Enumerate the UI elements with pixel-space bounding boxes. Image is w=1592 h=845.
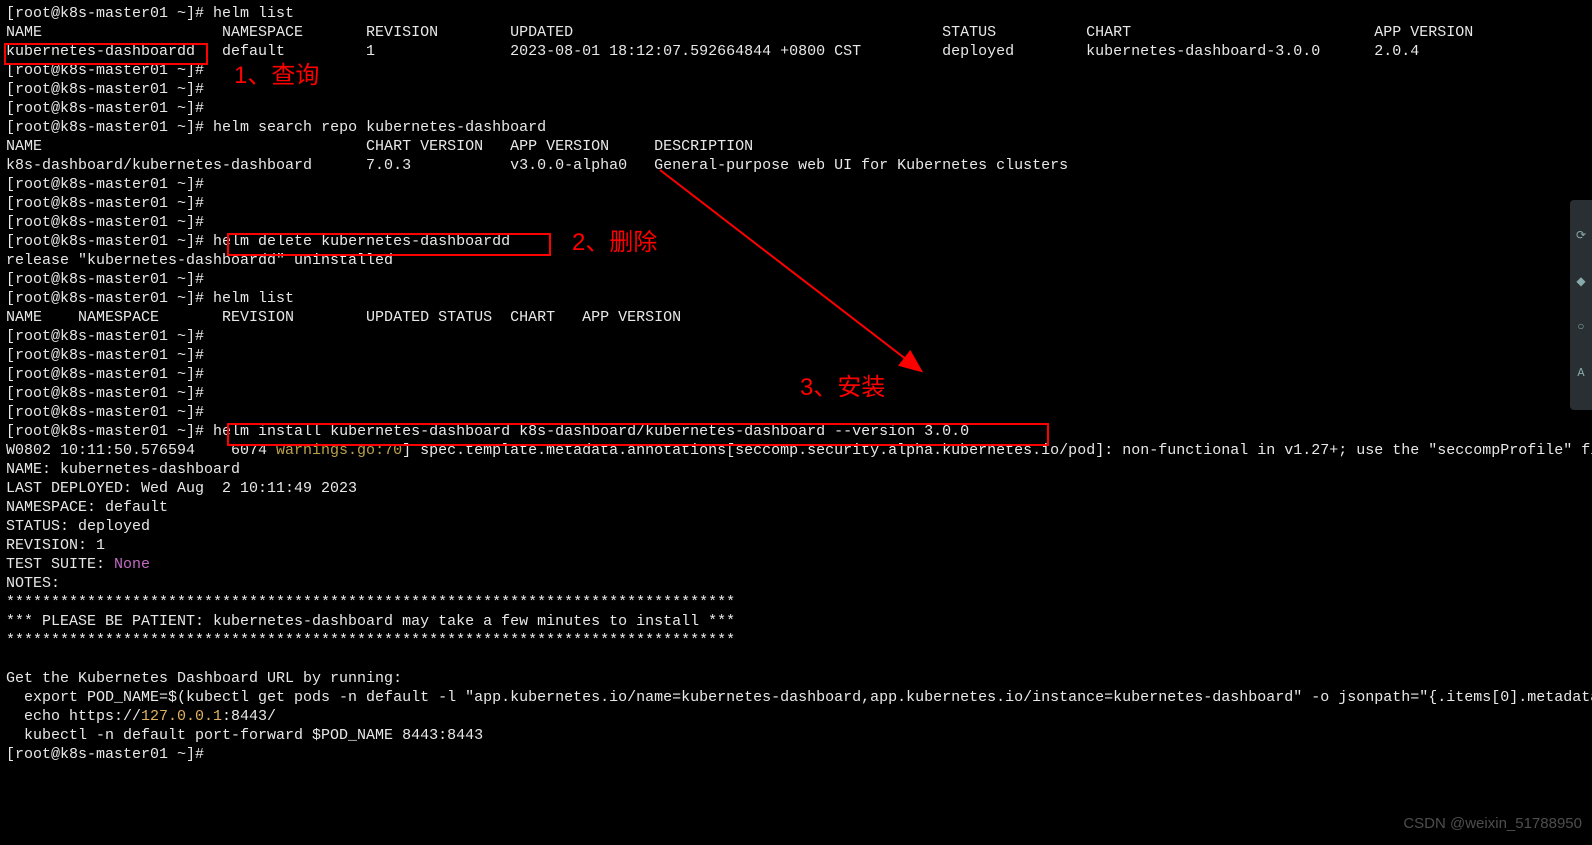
prompt: [root@k8s-master01 ~]# [6,176,213,193]
annotation-2-delete: 2、删除 [572,233,657,252]
install-test-suite-value: None [114,556,150,573]
cmd-helm-install: helm install kubernetes-dashboard k8s-da… [213,423,969,440]
prompt: [root@k8s-master01 ~]# [6,347,213,364]
cmd-helm-list-1: helm list [213,5,294,22]
echo-ip: 127.0.0.1 [141,708,222,725]
search-header: NAME CHART VERSION APP VERSION DESCRIPTI… [6,138,753,155]
prompt: [root@k8s-master01 ~]# [6,5,213,22]
prompt: [root@k8s-master01 ~]# [6,271,213,288]
side-icon: ⟳ [1576,227,1586,246]
prompt: [root@k8s-master01 ~]# [6,100,213,117]
annotation-3-install: 3、安装 [800,378,885,397]
prompt: [root@k8s-master01 ~]# [6,214,213,231]
install-name: NAME: kubernetes-dashboard [6,461,240,478]
export-podname: export POD_NAME=$(kubectl get pods -n de… [6,689,1592,706]
port-forward: kubectl -n default port-forward $POD_NAM… [6,727,483,744]
search-row: k8s-dashboard/kubernetes-dashboard 7.0.3… [6,157,1068,174]
install-ns: NAMESPACE: default [6,499,168,516]
prompt: [root@k8s-master01 ~]# [6,81,213,98]
warn-post: ] spec.template.metadata.annotations[sec… [402,442,1592,459]
cmd-helm-delete: helm delete kubernetes-dashboardd [213,233,510,250]
patient: *** PLEASE BE PATIENT: kubernetes-dashbo… [6,613,735,630]
side-toolbar[interactable]: ⟳ ◆ ○ A [1570,200,1592,410]
echo-port: :8443/ [222,708,276,725]
cmd-helm-search: helm search repo kubernetes-dashboard [213,119,546,136]
install-rev: REVISION: 1 [6,537,105,554]
watermark: CSDN @weixin_51788950 [1403,814,1582,833]
cmd-helm-list-2: helm list [213,290,294,307]
list1-row: kubernetes-dashboardd default 1 2023-08-… [6,43,1419,60]
prompt: [root@k8s-master01 ~]# [6,119,213,136]
side-icon: ○ [1577,318,1584,337]
prompt: [root@k8s-master01 ~]# [6,404,213,421]
list2-header: NAME NAMESPACE REVISION UPDATED STATUS C… [6,309,681,326]
warn-pre: W0802 10:11:50.576594 6074 [6,442,276,459]
side-icon: A [1577,364,1584,383]
prompt: [root@k8s-master01 ~]# [6,195,213,212]
echo-https: echo https:// [6,708,141,725]
prompt: [root@k8s-master01 ~]# [6,62,213,79]
terminal-output[interactable]: [root@k8s-master01 ~]# helm list NAME NA… [6,4,1586,764]
prompt: [root@k8s-master01 ~]# [6,423,213,440]
get-url: Get the Kubernetes Dashboard URL by runn… [6,670,402,687]
annotation-1-query: 1、查询 [234,66,319,85]
prompt: [root@k8s-master01 ~]# [6,233,213,250]
prompt: [root@k8s-master01 ~]# [6,328,213,345]
install-status: STATUS: deployed [6,518,150,535]
install-notes: NOTES: [6,575,60,592]
prompt: [root@k8s-master01 ~]# [6,366,213,383]
stars: ****************************************… [6,632,735,649]
stars: ****************************************… [6,594,735,611]
install-last: LAST DEPLOYED: Wed Aug 2 10:11:49 2023 [6,480,357,497]
install-test-suite-label: TEST SUITE: [6,556,114,573]
prompt: [root@k8s-master01 ~]# [6,385,213,402]
prompt: [root@k8s-master01 ~]# [6,746,213,763]
list1-header: NAME NAMESPACE REVISION UPDATED STATUS C… [6,24,1473,41]
warn-link: warnings.go:70 [276,442,402,459]
delete-output: release "kubernetes-dashboardd" uninstal… [6,252,393,269]
prompt: [root@k8s-master01 ~]# [6,290,213,307]
side-icon: ◆ [1576,273,1585,292]
